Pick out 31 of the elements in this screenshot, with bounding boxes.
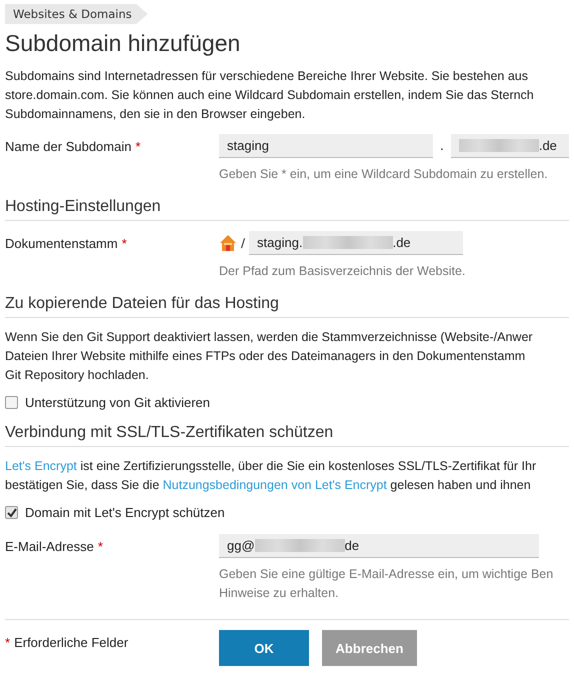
- field-label: E-Mail-Adresse: [5, 539, 94, 554]
- checkbox[interactable]: [5, 396, 18, 409]
- document-root-field[interactable]: staging. .de: [249, 231, 464, 255]
- section-heading: Zu kopierende Dateien für das Hosting: [5, 295, 569, 318]
- field-label: Dokumentenstamm: [5, 236, 118, 251]
- required-mark: *: [135, 139, 141, 154]
- path-separator: /: [241, 236, 246, 250]
- domain-field[interactable]: .de: [450, 134, 569, 158]
- checkbox-label: Domain mit Let's Encrypt schützen: [25, 505, 225, 520]
- intro-text: Subdomains sind Internetadressen für verschiedene Bereiche Ihrer Website. Sie bestehen aus store.domain.com. Sie können auch eine Wildcard Subdomain erstellen, indem Sie das Sternch Subdomainnamens, den sie in den Browser eingeben.: [5, 68, 535, 123]
- checkbox-label: Unterstützung von Git aktivieren: [25, 395, 210, 410]
- required-mark: *: [5, 635, 10, 650]
- ok-button[interactable]: OK: [219, 630, 309, 666]
- required-note: Erforderliche Felder: [14, 635, 128, 650]
- subdomain-field[interactable]: staging: [219, 134, 433, 158]
- hint-text: Geben Sie * ein, um eine Wildcard Subdomain zu erstellen.: [219, 166, 549, 183]
- hint-text: Der Pfad zum Basisverzeichnis der Website.: [219, 263, 466, 280]
- ssl-description: Let's Encrypt ist eine Zertifizierungsstelle, über die Sie ein kostenloses SSL/TLS-Zertifikat für Ihr bestätigen Sie, dass Sie die Nutzungsbedingungen von Let's Encrypt gelesen haben und ihnen: [5, 458, 538, 494]
- section-heading: Verbindung mit SSL/TLS-Zertifikaten schützen: [5, 424, 569, 447]
- breadcrumb[interactable]: Websites & Domains: [5, 4, 148, 24]
- email-field[interactable]: gg@ de: [219, 534, 539, 558]
- field-label: Name der Subdomain: [5, 139, 132, 154]
- checkbox[interactable]: [5, 506, 18, 519]
- hint-text: Geben Sie eine gültige E-Mail-Adresse ein, um wichtige Ben Hinweise zu erhalten.: [219, 566, 554, 602]
- required-mark: *: [98, 539, 103, 554]
- git-description: Wenn Sie den Git Support deaktiviert lassen, werden die Stammverzeichnisse (Website-/Anwer Dateien Ihrer Website mithilfe eines FTPs oder des Dateimanagers in den Dokumentenstamm Git Repository hochladen.: [5, 329, 534, 384]
- dot-separator: .: [440, 139, 444, 153]
- home-icon: [219, 234, 237, 252]
- section-heading: Hosting-Einstellungen: [5, 198, 569, 221]
- page-title: Subdomain hinzufügen: [5, 30, 242, 57]
- required-mark: *: [122, 236, 127, 251]
